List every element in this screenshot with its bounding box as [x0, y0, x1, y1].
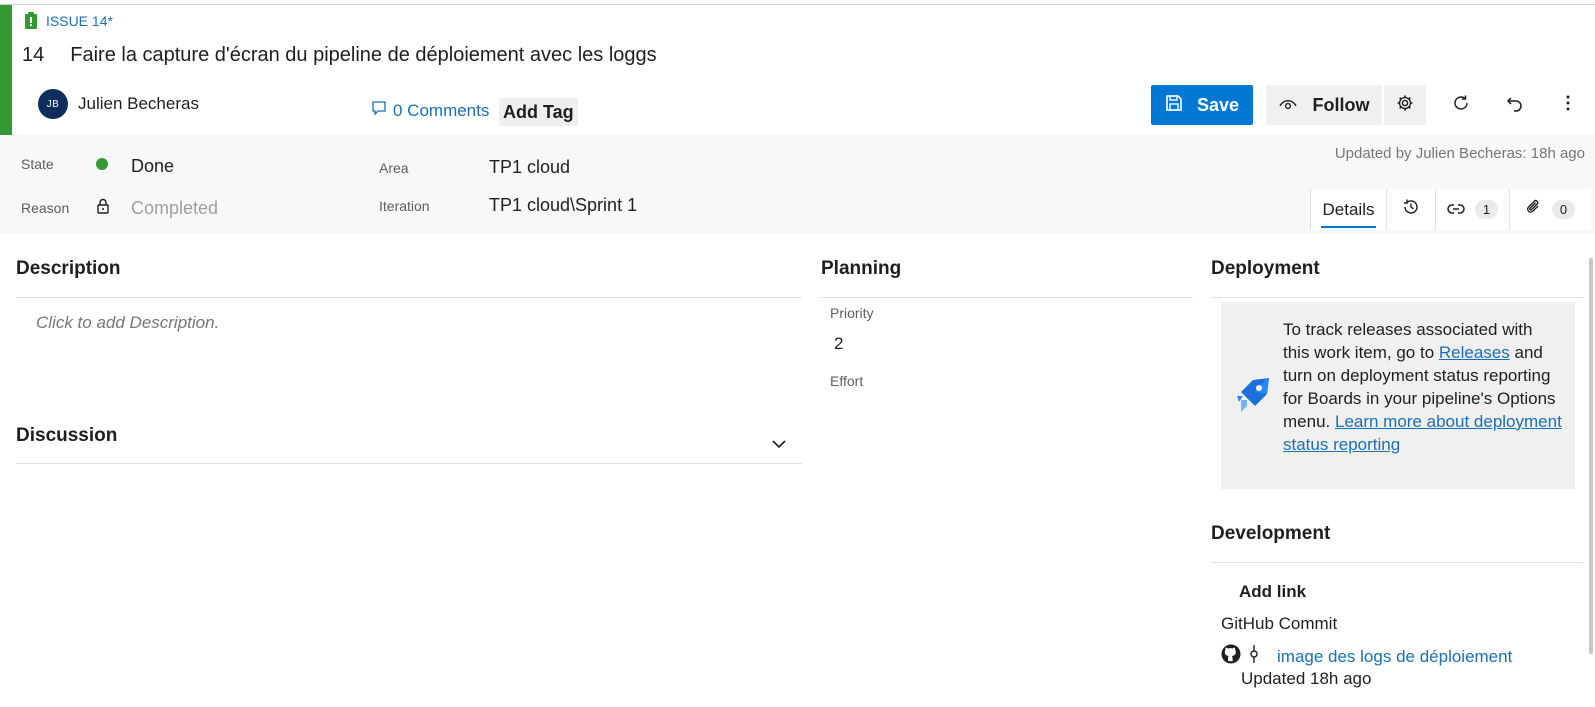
work-item-type-label[interactable]: ISSUE 14* [46, 13, 113, 29]
save-label: Save [1196, 94, 1240, 115]
development-commit-item: image des logs de déploiement [1221, 644, 1512, 669]
attachment-icon [1526, 198, 1542, 221]
save-button[interactable]: Save [1151, 85, 1253, 125]
save-icon [1165, 94, 1183, 117]
chevron-down-icon[interactable] [772, 436, 786, 454]
deployment-message: To track releases associated with this w… [1283, 318, 1563, 456]
work-item-tabs: Details 1 0 [1310, 189, 1591, 230]
description-heading: Description [16, 258, 121, 279]
add-link-button[interactable]: Add link [1239, 582, 1306, 602]
github-commit-category: GitHub Commit [1221, 614, 1338, 633]
work-item-id: 14 [22, 44, 45, 66]
planning-divider [821, 297, 1193, 298]
work-item-title[interactable]: 14 Faire la capture d'écran du pipeline … [22, 44, 657, 67]
deployment-info-box: To track releases associated with this w… [1221, 302, 1575, 489]
commit-icon [1249, 645, 1259, 668]
area-field[interactable]: TP1 cloud [489, 157, 570, 178]
deployment-heading: Deployment [1211, 258, 1320, 279]
refresh-button[interactable] [1441, 85, 1481, 125]
state-label: State [21, 156, 54, 172]
history-icon [1402, 198, 1420, 221]
follow-button[interactable]: Follow [1266, 85, 1382, 125]
right-panel-scrollbar[interactable] [1589, 258, 1593, 654]
reason-field: Completed [131, 198, 219, 218]
tab-links[interactable]: 1 [1435, 189, 1509, 230]
top-divider [0, 4, 1595, 5]
deployment-divider [1211, 297, 1583, 298]
link-icon [1447, 200, 1465, 220]
development-heading: Development [1211, 523, 1331, 544]
state-indicator [96, 158, 108, 170]
add-tag-button[interactable]: Add Tag [499, 98, 578, 126]
assigned-to[interactable]: JB Julien Becheras [38, 89, 199, 119]
work-item-title-text[interactable]: Faire la capture d'écran du pipeline de … [70, 44, 656, 67]
discussion-heading[interactable]: Discussion [16, 425, 117, 447]
more-icon [1565, 94, 1571, 117]
priority-field[interactable]: 2 [834, 334, 843, 354]
tab-history[interactable] [1386, 189, 1435, 230]
avatar: JB [38, 89, 68, 119]
more-actions-button[interactable] [1548, 85, 1588, 125]
follow-label: Follow [1312, 94, 1370, 115]
commit-link[interactable]: image des logs de déploiement [1277, 647, 1512, 667]
github-icon [1221, 644, 1241, 669]
assignee-name[interactable]: Julien Becheras [78, 94, 199, 114]
tab-attachments[interactable]: 0 [1509, 189, 1591, 230]
area-label: Area [379, 160, 409, 176]
follow-settings-button[interactable] [1384, 85, 1426, 125]
description-divider [16, 297, 802, 298]
description-editor[interactable]: Click to add Description. [36, 313, 219, 333]
development-divider [1211, 562, 1583, 563]
priority-label: Priority [830, 305, 874, 321]
work-item-type: ISSUE 14* [24, 12, 113, 29]
updated-by-text[interactable]: Updated by Julien Becheras: 18h ago [1335, 145, 1585, 162]
links-count-badge: 1 [1474, 200, 1499, 219]
iteration-field[interactable]: TP1 cloud\Sprint 1 [489, 195, 637, 216]
comments-label[interactable]: 0 Comments [393, 101, 489, 121]
undo-icon [1506, 94, 1524, 117]
commit-updated-text: Updated 18h ago [1241, 669, 1372, 688]
pipelines-rocket-icon [1233, 374, 1273, 419]
releases-link[interactable]: Releases [1439, 343, 1510, 362]
eye-icon [1278, 95, 1297, 116]
discussion-divider [16, 463, 802, 464]
refresh-icon [1452, 94, 1470, 117]
effort-label: Effort [830, 373, 864, 389]
comments-link[interactable]: 0 Comments [371, 100, 489, 121]
comment-icon [371, 100, 387, 121]
gear-icon [1396, 94, 1414, 117]
work-item-type-color-bar [0, 5, 12, 135]
state-field[interactable]: Done [131, 156, 174, 177]
planning-heading: Planning [821, 258, 902, 279]
iteration-label: Iteration [379, 198, 430, 214]
tab-details[interactable]: Details [1310, 189, 1386, 230]
reason-label: Reason [21, 200, 70, 216]
attachments-count-badge: 0 [1551, 200, 1576, 219]
tab-details-label: Details [1322, 199, 1375, 219]
lock-icon [97, 198, 109, 219]
undo-button[interactable] [1495, 85, 1535, 125]
issue-icon [24, 12, 38, 29]
